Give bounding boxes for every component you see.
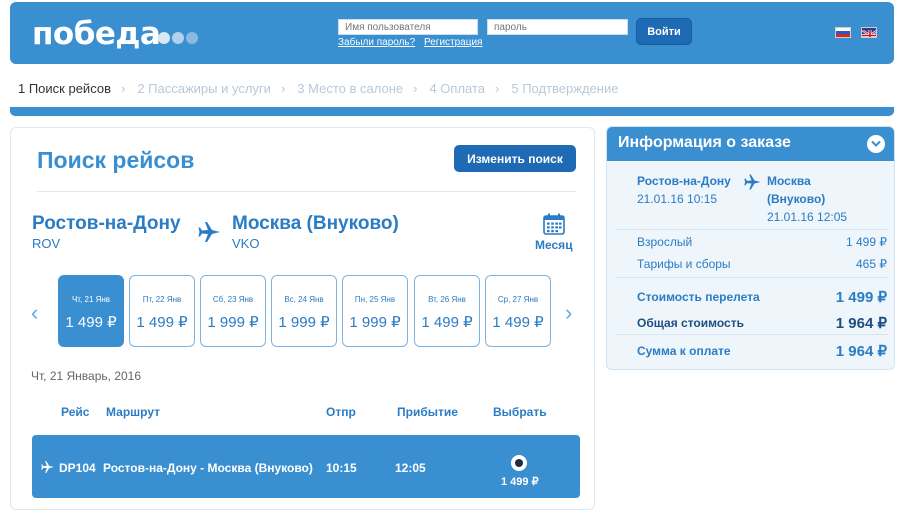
login-button[interactable]: Войти — [636, 18, 692, 45]
chevron-down-icon[interactable] — [867, 135, 885, 153]
amount-due-label: Сумма к оплате — [637, 344, 731, 358]
date-card[interactable]: Чт, 21 Янв 1 499 ₽ — [58, 275, 124, 347]
username-input[interactable] — [338, 19, 478, 35]
date-card-price: 1 499 ₽ — [421, 314, 473, 331]
top-header: победа Забыли пароль? Регистрация Войти — [10, 2, 894, 64]
flight-arrive-time: 12:05 — [395, 461, 426, 475]
origin-city: Ростов-на-Дону — [32, 213, 181, 234]
date-card[interactable]: Ср, 27 Янв 1 499 ₽ — [485, 275, 551, 347]
flight-row[interactable]: DP104 Ростов-на-Дону - Москва (Внуково) … — [32, 435, 580, 498]
order-destination-airport: (Внуково) — [767, 192, 826, 206]
date-card[interactable]: Сб, 23 Янв 1 999 ₽ — [200, 275, 266, 347]
date-card-day: Вс, 24 Янв — [284, 295, 324, 304]
origin-code: ROV — [32, 236, 61, 251]
flight-search-panel: Поиск рейсов Изменить поиск Ростов-на-До… — [10, 127, 595, 510]
fees-label: Тарифы и сборы — [637, 257, 731, 271]
order-info-header[interactable]: Информация о заказе — [607, 127, 894, 161]
date-card[interactable]: Вт, 26 Янв 1 499 ₽ — [414, 275, 480, 347]
month-view-link[interactable]: Месяц — [535, 238, 573, 252]
adult-price: 1 499 ₽ — [846, 235, 887, 249]
destination-code: VKO — [232, 236, 260, 251]
order-origin: Ростов-на-Дону — [637, 174, 731, 188]
chevron-right-icon: › — [120, 81, 126, 96]
flight-depart-time: 10:15 — [326, 461, 357, 475]
step-seat: 3 Место в салоне — [297, 81, 404, 96]
date-card-day: Сб, 23 Янв — [212, 295, 254, 304]
order-info-title: Информация о заказе — [618, 134, 791, 151]
airplane-icon — [41, 461, 54, 473]
divider — [615, 334, 888, 335]
chevron-right-icon: › — [495, 81, 500, 96]
amount-due-value: 1 964 ₽ — [835, 343, 887, 360]
next-dates-chevron-icon[interactable]: › — [565, 300, 572, 326]
order-origin-datetime: 21.01.16 10:15 — [637, 192, 718, 206]
destination-city: Москва (Внуково) — [232, 213, 399, 234]
flight-select-radio[interactable] — [511, 455, 527, 471]
chevron-right-icon: › — [280, 81, 286, 96]
total-cost-value: 1 964 ₽ — [835, 315, 887, 332]
column-depart: Отпр — [326, 405, 356, 419]
flight-price: 1 499 ₽ — [501, 476, 539, 488]
divider — [615, 229, 888, 230]
page-title: Поиск рейсов — [37, 147, 195, 173]
airplane-icon — [744, 174, 761, 190]
date-card-price: 1 499 ₽ — [136, 314, 188, 331]
date-card-price: 1 999 ₽ — [349, 314, 401, 331]
step-confirmation: 5 Подтверждение — [511, 81, 619, 96]
password-input[interactable] — [487, 19, 628, 35]
date-card-day: Вт, 26 Янв — [428, 295, 466, 304]
english-flag-icon[interactable] — [861, 27, 877, 38]
adult-label: Взрослый — [637, 235, 693, 249]
flight-cost-value: 1 499 ₽ — [835, 289, 887, 306]
register-link[interactable]: Регистрация — [424, 37, 482, 48]
pobeda-logo[interactable]: победа — [32, 16, 161, 52]
date-card[interactable]: Пн, 25 Янв 1 999 ₽ — [342, 275, 408, 347]
flight-number: DP104 — [59, 461, 96, 475]
date-card[interactable]: Пт, 22 Янв 1 499 ₽ — [129, 275, 195, 347]
column-choose: Выбрать — [493, 405, 547, 419]
logo-dots-icon — [158, 32, 198, 44]
date-card-price: 1 999 ₽ — [278, 314, 330, 331]
column-route: Маршрут — [106, 405, 161, 419]
order-destination-datetime: 21.01.16 12:05 — [767, 210, 848, 224]
step-search[interactable]: 1 Поиск рейсов — [18, 81, 111, 96]
date-card-price: 1 499 ₽ — [492, 314, 544, 331]
total-cost-label: Общая стоимость — [637, 316, 744, 330]
date-card-day: Пт, 22 Янв — [142, 295, 182, 304]
date-card-day: Чт, 21 Янв — [71, 295, 111, 304]
booking-steps: 1 Поиск рейсов › 2 Пассажиры и услуги › … — [18, 81, 618, 96]
step-passengers: 2 Пассажиры и услуги — [137, 81, 271, 96]
column-flight: Рейс — [61, 405, 90, 419]
date-card-day: Пн, 25 Янв — [354, 295, 396, 304]
date-card[interactable]: Вс, 24 Янв 1 999 ₽ — [271, 275, 337, 347]
russian-flag-icon[interactable] — [835, 27, 851, 38]
airplane-icon — [198, 222, 220, 242]
forgot-password-link[interactable]: Забыли пароль? — [338, 37, 415, 48]
date-card-day: Ср, 27 Янв — [497, 295, 539, 304]
flight-cost-label: Стоимость перелета — [637, 290, 760, 304]
date-card-price: 1 499 ₽ — [65, 314, 117, 331]
divider — [37, 191, 576, 192]
column-arrive: Прибытие — [397, 405, 458, 419]
step-payment: 4 Оплата — [429, 81, 486, 96]
prev-dates-chevron-icon[interactable]: ‹ — [31, 300, 38, 326]
fees-price: 465 ₽ — [856, 257, 887, 271]
change-search-button[interactable]: Изменить поиск — [454, 145, 576, 172]
order-info-panel: Информация о заказе Ростов-на-Дону 21.01… — [606, 126, 895, 370]
chevron-right-icon: › — [413, 81, 418, 96]
selected-date-heading: Чт, 21 Январь, 2016 — [31, 369, 142, 383]
steps-progress-bar — [10, 107, 894, 116]
date-card-price: 1 999 ₽ — [207, 314, 259, 331]
flight-route: Ростов-на-Дону - Москва (Внуково) — [103, 461, 313, 475]
divider — [615, 277, 888, 278]
order-destination: Москва — [767, 174, 811, 188]
calendar-icon[interactable] — [543, 213, 565, 235]
